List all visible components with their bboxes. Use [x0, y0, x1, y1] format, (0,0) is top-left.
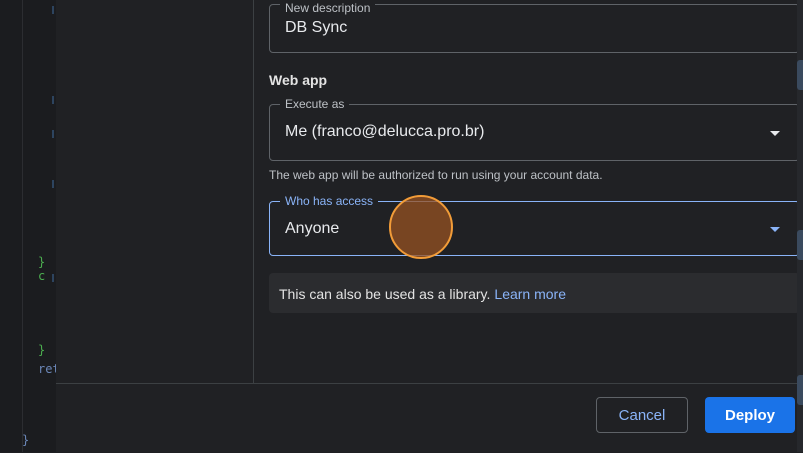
- execute-as-helper-text: The web app will be authorized to run us…: [269, 168, 603, 182]
- description-value: DB Sync: [285, 19, 348, 36]
- code-marker: [52, 130, 54, 138]
- code-editor-background: } c } ret }: [0, 0, 60, 452]
- code-marker: [52, 6, 54, 14]
- indent-guide: [22, 0, 23, 452]
- learn-more-link[interactable]: Learn more: [494, 286, 566, 302]
- web-app-section-title: Web app: [269, 72, 328, 88]
- description-field[interactable]: New description DB Sync: [269, 1, 800, 53]
- cancel-button[interactable]: Cancel: [596, 397, 688, 433]
- library-info-text: This can also be used as a library.: [279, 286, 491, 302]
- deploy-button[interactable]: Deploy: [705, 397, 795, 433]
- dialog-footer: Cancel Deploy: [56, 383, 803, 453]
- code-marker: [52, 180, 54, 188]
- who-has-access-value: Anyone: [285, 220, 340, 237]
- execute-as-select[interactable]: Execute as Me (franco@delucca.pro.br): [269, 97, 800, 161]
- execute-as-value: Me (franco@delucca.pro.br): [285, 123, 485, 140]
- dropdown-arrow-icon[interactable]: [770, 227, 780, 232]
- who-has-access-select[interactable]: Who has access Anyone: [269, 194, 800, 256]
- code-marker: [52, 96, 54, 104]
- scroll-knob[interactable]: [797, 230, 803, 260]
- scroll-knob[interactable]: [797, 60, 803, 90]
- code-token: }: [38, 343, 46, 357]
- execute-as-label: Execute as: [280, 97, 350, 111]
- scroll-knob[interactable]: [797, 375, 803, 405]
- code-token: }: [22, 433, 30, 447]
- code-token: } c: [38, 255, 46, 283]
- library-info-box: This can also be used as a library. Learn…: [269, 273, 800, 313]
- dropdown-arrow-icon[interactable]: [770, 131, 780, 136]
- cursor-highlight: [389, 195, 453, 259]
- description-label: New description: [280, 1, 376, 15]
- who-has-access-label: Who has access: [280, 194, 379, 208]
- deployment-type-panel: [56, 0, 254, 383]
- right-edge-scroll-area: [797, 0, 803, 452]
